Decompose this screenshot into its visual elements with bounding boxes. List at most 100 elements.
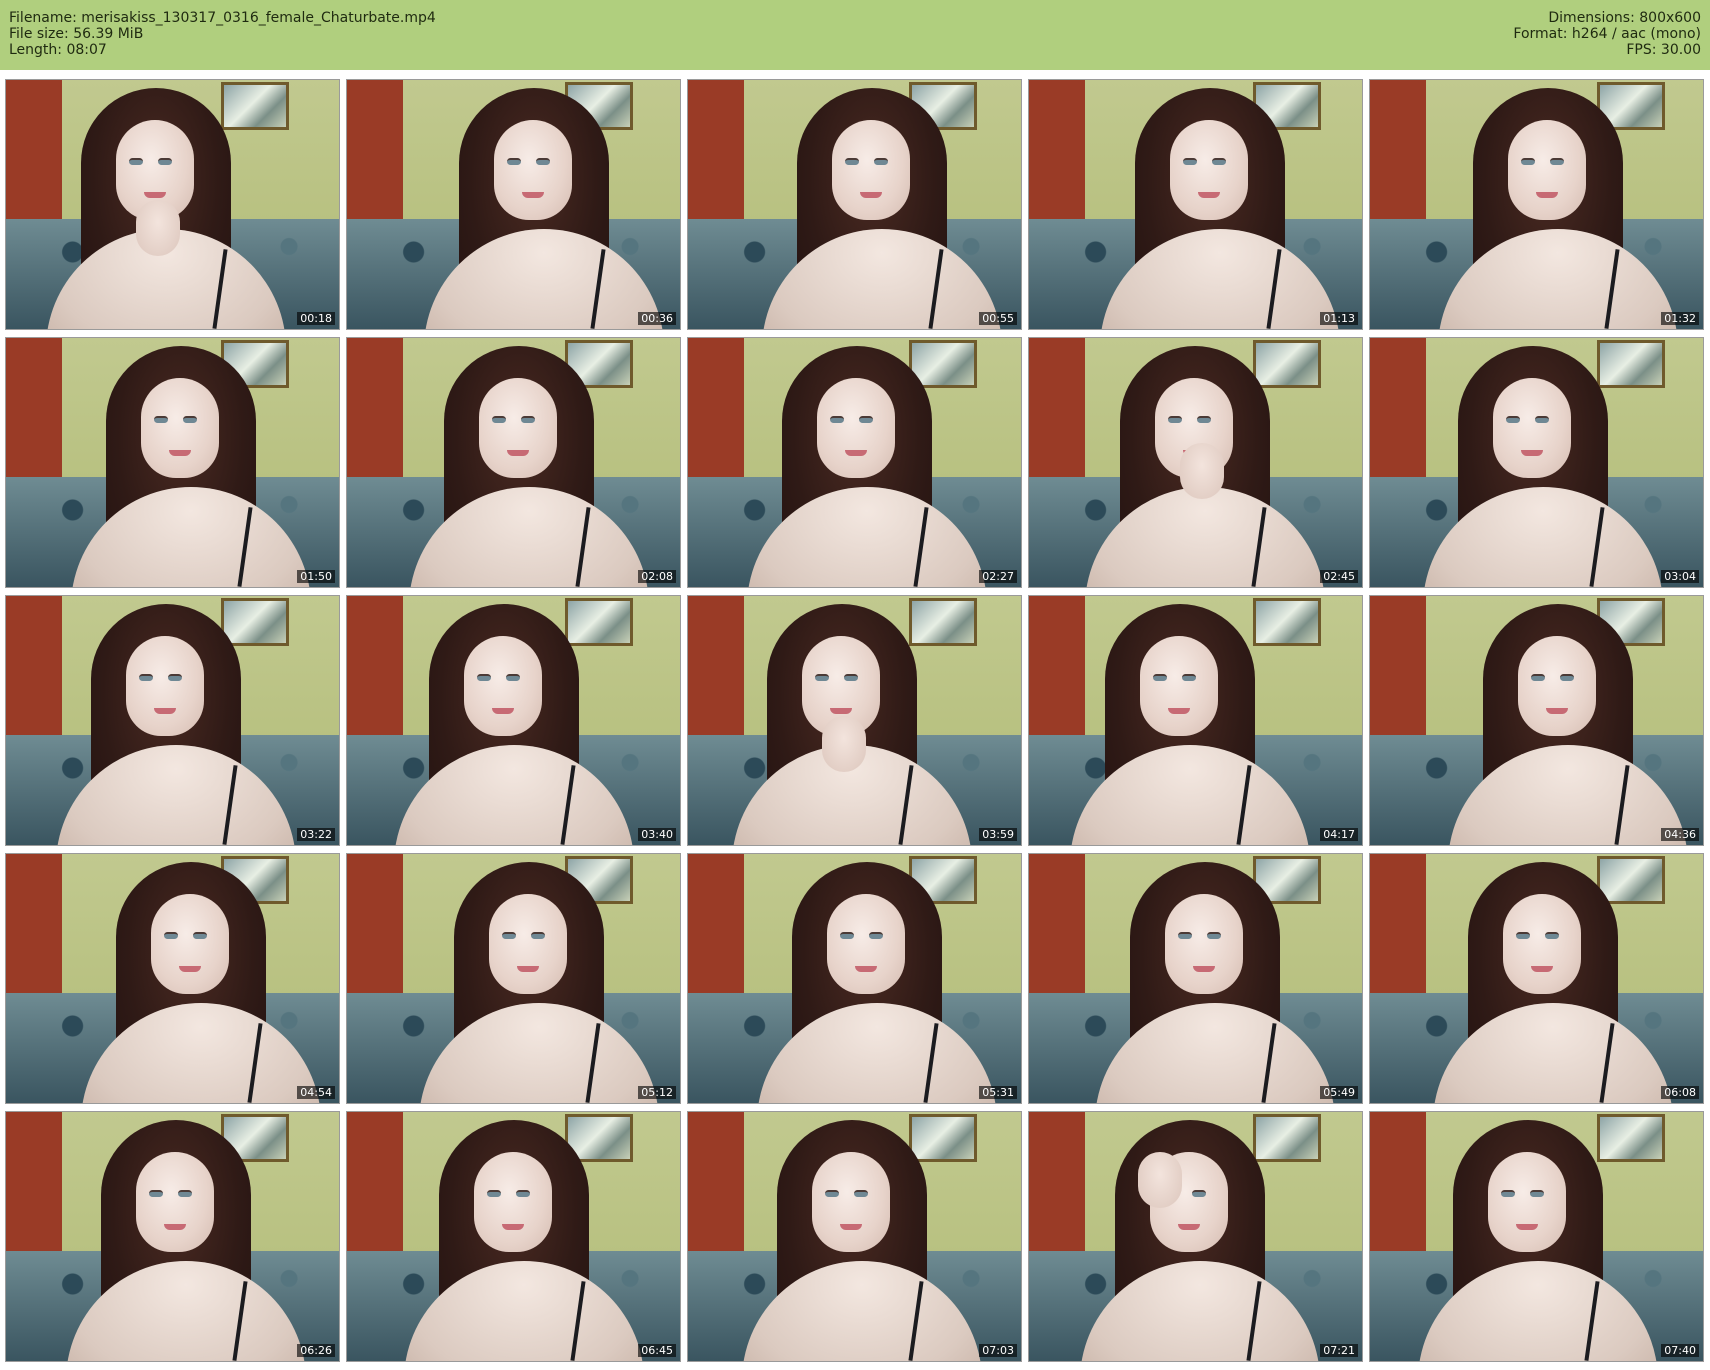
video-thumbnail[interactable]: 06:26 bbox=[5, 1111, 340, 1362]
eye bbox=[830, 416, 844, 423]
mouth bbox=[502, 1224, 524, 1230]
video-thumbnail[interactable]: 03:40 bbox=[346, 595, 681, 846]
video-thumbnail[interactable]: 05:31 bbox=[687, 853, 1022, 1104]
eye bbox=[521, 416, 535, 423]
eye bbox=[139, 674, 153, 681]
red-wall bbox=[347, 854, 403, 1014]
video-thumbnail[interactable]: 07:40 bbox=[1369, 1111, 1704, 1362]
eye bbox=[1192, 1190, 1206, 1197]
thumbnail-image bbox=[688, 338, 1021, 587]
video-thumbnail[interactable]: 06:08 bbox=[1369, 853, 1704, 1104]
video-thumbnail[interactable]: 06:45 bbox=[346, 1111, 681, 1362]
eye bbox=[1183, 158, 1197, 165]
face bbox=[141, 378, 219, 478]
eye bbox=[845, 158, 859, 165]
video-thumbnail[interactable]: 00:55 bbox=[687, 79, 1022, 330]
face bbox=[832, 120, 910, 220]
eye bbox=[1560, 674, 1574, 681]
mouth bbox=[1546, 708, 1568, 714]
video-thumbnail[interactable]: 02:27 bbox=[687, 337, 1022, 588]
video-thumbnail[interactable]: 02:08 bbox=[346, 337, 681, 588]
eye bbox=[158, 158, 172, 165]
mouth bbox=[845, 450, 867, 456]
eye bbox=[1506, 416, 1520, 423]
hand bbox=[1180, 443, 1224, 499]
info-header: Filename: merisakiss_130317_0316_female_… bbox=[0, 0, 1710, 70]
timestamp-label: 04:36 bbox=[1661, 828, 1699, 841]
red-wall bbox=[6, 854, 62, 1014]
timestamp-label: 07:21 bbox=[1320, 1344, 1358, 1357]
red-wall bbox=[347, 338, 403, 498]
thumbnail-image bbox=[1029, 596, 1362, 845]
thumbnail-image bbox=[1029, 338, 1362, 587]
video-thumbnail[interactable]: 07:03 bbox=[687, 1111, 1022, 1362]
thumbnail-image bbox=[347, 854, 680, 1103]
red-wall bbox=[1029, 338, 1085, 498]
mouth bbox=[517, 966, 539, 972]
eye bbox=[825, 1190, 839, 1197]
mouth bbox=[179, 966, 201, 972]
red-wall bbox=[347, 1112, 403, 1272]
eye bbox=[168, 674, 182, 681]
face bbox=[479, 378, 557, 478]
red-wall bbox=[688, 854, 744, 1014]
video-thumbnail[interactable]: 00:18 bbox=[5, 79, 340, 330]
video-thumbnail[interactable]: 01:50 bbox=[5, 337, 340, 588]
hand bbox=[1138, 1152, 1182, 1208]
red-wall bbox=[6, 596, 62, 756]
video-thumbnail[interactable]: 04:17 bbox=[1028, 595, 1363, 846]
timestamp-label: 03:40 bbox=[638, 828, 676, 841]
eye bbox=[1182, 674, 1196, 681]
eye bbox=[1530, 1190, 1544, 1197]
video-thumbnail[interactable]: 05:49 bbox=[1028, 853, 1363, 1104]
eye bbox=[1545, 932, 1559, 939]
video-thumbnail[interactable]: 02:45 bbox=[1028, 337, 1363, 588]
fps-text: FPS: 30.00 bbox=[1626, 42, 1701, 58]
video-thumbnail[interactable]: 03:22 bbox=[5, 595, 340, 846]
video-thumbnail[interactable]: 01:32 bbox=[1369, 79, 1704, 330]
thumbnail-image bbox=[1029, 1112, 1362, 1361]
video-thumbnail[interactable]: 07:21 bbox=[1028, 1111, 1363, 1362]
video-thumbnail[interactable]: 01:13 bbox=[1028, 79, 1363, 330]
video-thumbnail[interactable]: 04:54 bbox=[5, 853, 340, 1104]
face bbox=[464, 636, 542, 736]
dimensions-text: Dimensions: 800x600 bbox=[1548, 10, 1701, 26]
mouth bbox=[860, 192, 882, 198]
timestamp-label: 02:27 bbox=[979, 570, 1017, 583]
mouth bbox=[507, 450, 529, 456]
eye bbox=[1501, 1190, 1515, 1197]
face bbox=[1488, 1152, 1566, 1252]
face bbox=[817, 378, 895, 478]
thumbnail-image bbox=[347, 596, 680, 845]
eye bbox=[1207, 932, 1221, 939]
eye bbox=[164, 932, 178, 939]
mouth bbox=[522, 192, 544, 198]
red-wall bbox=[1029, 596, 1085, 756]
picture-frame bbox=[1597, 340, 1665, 388]
timestamp-label: 05:49 bbox=[1320, 1086, 1358, 1099]
face bbox=[126, 636, 204, 736]
eye bbox=[1516, 932, 1530, 939]
thumbnail-image bbox=[1029, 80, 1362, 329]
red-wall bbox=[6, 1112, 62, 1272]
red-wall bbox=[1029, 80, 1085, 240]
thumbnail-image bbox=[6, 596, 339, 845]
timestamp-label: 00:55 bbox=[979, 312, 1017, 325]
eye bbox=[874, 158, 888, 165]
face bbox=[1493, 378, 1571, 478]
mouth bbox=[1516, 1224, 1538, 1230]
video-thumbnail[interactable]: 03:59 bbox=[687, 595, 1022, 846]
eye bbox=[477, 674, 491, 681]
timestamp-label: 03:22 bbox=[297, 828, 335, 841]
video-thumbnail[interactable]: 04:36 bbox=[1369, 595, 1704, 846]
video-thumbnail[interactable]: 05:12 bbox=[346, 853, 681, 1104]
eye bbox=[1531, 674, 1545, 681]
video-thumbnail[interactable]: 03:04 bbox=[1369, 337, 1704, 588]
thumbnail-image bbox=[1370, 1112, 1703, 1361]
hand bbox=[136, 200, 180, 256]
eye bbox=[869, 932, 883, 939]
eye bbox=[840, 932, 854, 939]
eye bbox=[1178, 932, 1192, 939]
file-info: Filename: merisakiss_130317_0316_female_… bbox=[9, 10, 436, 58]
video-thumbnail[interactable]: 00:36 bbox=[346, 79, 681, 330]
